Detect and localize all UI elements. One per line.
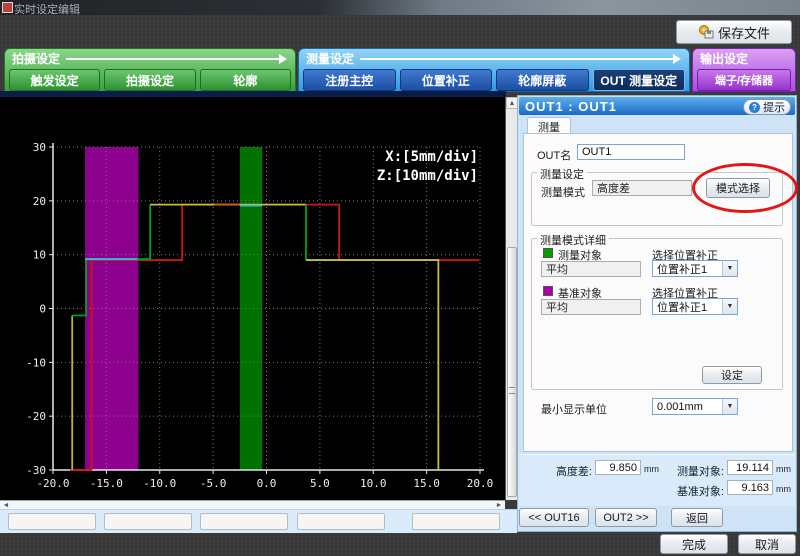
out-name-label: OUT名 <box>537 147 571 163</box>
panel-title: OUT1 : OUT1 <box>525 99 617 114</box>
next-out-button[interactable]: OUT2 >> <box>595 508 657 527</box>
cancel-button[interactable]: 取消 <box>738 534 796 554</box>
chevron-down-icon: ▼ <box>722 261 737 276</box>
done-button[interactable]: 完成 <box>660 534 728 554</box>
help-button[interactable]: ? 提示 <box>743 99 791 115</box>
y-tick-label: 30 <box>33 141 46 154</box>
profile-chart-panel: 30 20 10 0 -10 -20 -30-20.0 -15.0 -10.0 -5.0 0.0 5.… <box>0 97 505 500</box>
reference-color-swatch <box>543 286 553 296</box>
scroll-right-arrow-icon[interactable]: ► <box>494 501 504 509</box>
result-slot[interactable] <box>200 513 288 530</box>
out-name-input[interactable] <box>577 144 685 160</box>
y-tick-label: -20 <box>26 410 46 423</box>
set-button[interactable]: 设定 <box>702 366 762 384</box>
x-tick-label: 5.0 <box>310 477 330 490</box>
x-tick-label: -15.0 <box>90 477 123 490</box>
mode-detail-group-title: 测量模式详细 <box>537 232 609 248</box>
tab-capture-settings[interactable]: 拍摄设定 <box>104 69 195 91</box>
section-capture-settings: 拍摄设定 触发设定 拍摄设定 轮廓 <box>4 48 296 92</box>
profile-chart: 30 20 10 0 -10 -20 -30-20.0 -15.0 -10.0 -5.0 0.0 5.… <box>0 97 505 500</box>
display-unit-dropdown[interactable]: 0.001mm ▼ <box>652 398 738 415</box>
y-tick-label: -10 <box>26 356 46 369</box>
app-window: 实时设定编辑 保存文件 拍摄设定 触发设定 拍摄设定 轮廓 测量设定 注 <box>0 0 800 556</box>
section-arrow-icon <box>360 54 681 64</box>
tab-profile[interactable]: 轮廓 <box>200 69 291 91</box>
height-diff-value: 9.850 <box>595 460 641 475</box>
save-file-button[interactable]: 保存文件 <box>676 20 792 44</box>
target-result-label: 测量对象: <box>672 463 724 479</box>
chevron-down-icon: ▼ <box>722 399 737 414</box>
current-profile-step-up <box>137 205 150 259</box>
result-slot-strip <box>0 509 517 533</box>
x-tick-label: 0.0 <box>257 477 277 490</box>
height-diff-label: 高度差: <box>548 463 592 479</box>
vertical-scroll-thumb[interactable] <box>507 247 517 497</box>
mode-select-highlight <box>692 163 798 213</box>
target-result-unit: mm <box>776 464 791 474</box>
current-profile-step-left <box>72 259 86 316</box>
save-file-icon <box>698 25 714 39</box>
x-tick-label: -5.0 <box>200 477 227 490</box>
section-arrow-icon <box>66 54 287 64</box>
tab-register-master[interactable]: 注册主控 <box>303 69 396 91</box>
section-capture-header: 拍摄设定 <box>5 49 295 67</box>
app-icon <box>2 2 13 13</box>
x-tick-label: 20.0 <box>467 477 494 490</box>
result-slot[interactable] <box>297 513 385 530</box>
y-tick-label: 20 <box>33 195 46 208</box>
result-slot[interactable] <box>104 513 192 530</box>
target-method-field[interactable]: 平均 <box>541 261 641 277</box>
reference-correction-dropdown[interactable]: 位置补正1 ▼ <box>652 298 738 315</box>
y-tick-label: -30 <box>26 464 46 477</box>
tab-terminal-storage[interactable]: 端子/存储器 <box>697 69 791 91</box>
measure-mode-label: 测量模式 <box>541 184 585 200</box>
measure-mode-field[interactable]: 高度差 <box>592 180 692 196</box>
scroll-left-arrow-icon[interactable]: ◄ <box>1 501 11 509</box>
question-icon: ? <box>749 102 760 113</box>
reference-result-value: 9.163 <box>727 480 773 495</box>
tab-out-measurement[interactable]: OUT 测量设定 <box>593 69 686 91</box>
prev-out-button[interactable]: << OUT16 <box>519 508 589 527</box>
section-output-header: 输出设定 <box>693 49 795 67</box>
target-result-value: 19.114 <box>727 460 773 475</box>
y-tick-label: 0 <box>39 303 46 316</box>
display-unit-label: 最小显示单位 <box>541 401 607 417</box>
target-correction-dropdown[interactable]: 位置补正1 ▼ <box>652 260 738 277</box>
height-diff-unit: mm <box>644 464 659 474</box>
back-button[interactable]: 返回 <box>671 508 723 527</box>
tab-trigger-settings[interactable]: 触发设定 <box>9 69 100 91</box>
target-color-swatch <box>543 248 553 258</box>
current-profile-right <box>306 260 438 470</box>
tab-position-correction[interactable]: 位置补正 <box>400 69 493 91</box>
section-output-settings: 输出设定 端子/存储器 <box>692 48 796 92</box>
reference-result-label: 基准对象: <box>672 483 724 499</box>
chevron-down-icon: ▼ <box>722 299 737 314</box>
x-tick-label: 15.0 <box>413 477 440 490</box>
x-tick-label: -20.0 <box>36 477 69 490</box>
result-slot[interactable] <box>8 513 96 530</box>
scale-annotation: X:[5mm/div] <box>385 149 478 165</box>
chart-horizontal-scrollbar[interactable]: ◄ ► <box>0 500 505 509</box>
scale-annotation: Z:[10mm/div] <box>377 168 478 184</box>
measurement-region <box>240 147 262 470</box>
x-tick-label: 10.0 <box>360 477 387 490</box>
reference-result-unit: mm <box>776 484 791 494</box>
result-slot[interactable] <box>412 513 500 530</box>
x-tick-label: -10.0 <box>143 477 176 490</box>
y-tick-label: 10 <box>33 249 46 262</box>
reference-method-field[interactable]: 平均 <box>541 299 641 315</box>
window-titlebar: 实时设定编辑 <box>0 0 800 15</box>
measure-settings-group-title: 测量设定 <box>537 166 587 182</box>
scroll-grip-icon <box>509 387 515 394</box>
section-measure-settings: 测量设定 注册主控 位置补正 轮廓屏蔽 OUT 测量设定 <box>298 48 690 92</box>
section-measure-header: 测量设定 <box>299 49 689 67</box>
panel-header: OUT1 : OUT1 ? 提示 <box>519 97 795 115</box>
tab-profile-mask[interactable]: 轮廓屏蔽 <box>496 69 589 91</box>
